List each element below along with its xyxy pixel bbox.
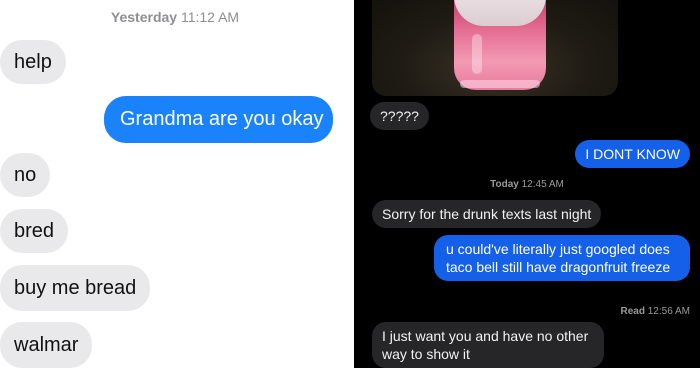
incoming-message[interactable]: ????? [370, 102, 429, 130]
read-receipt: Read 12:56 AM [620, 306, 691, 317]
outgoing-message[interactable]: u could've literally just googled does t… [434, 235, 690, 281]
message-timestamp: Today 12:45 AM [490, 179, 564, 190]
outgoing-message[interactable]: I DONT KNOW [575, 140, 690, 168]
message-timestamp: Yesterday 11:12 AM [110, 9, 240, 25]
incoming-message[interactable]: I just want you and have no other way to… [372, 322, 604, 368]
right-conversation: ????? I DONT KNOW Today 12:45 AM Sorry f… [354, 0, 700, 368]
left-conversation: Yesterday 11:12 AM help Grandma are you … [0, 0, 350, 368]
outgoing-message[interactable]: Grandma are you okay [104, 96, 334, 143]
cup-base-shape [460, 80, 540, 88]
cup-shine-shape [472, 34, 482, 74]
incoming-message[interactable]: walmar [0, 322, 93, 368]
incoming-message[interactable]: Sorry for the drunk texts last night [372, 200, 602, 228]
incoming-message[interactable]: no [0, 153, 51, 197]
incoming-message[interactable]: bred [0, 209, 69, 253]
incoming-message[interactable]: buy me bread [0, 265, 151, 311]
incoming-message[interactable]: help [0, 40, 66, 84]
pink-drink-cup-photo[interactable] [372, 0, 618, 96]
